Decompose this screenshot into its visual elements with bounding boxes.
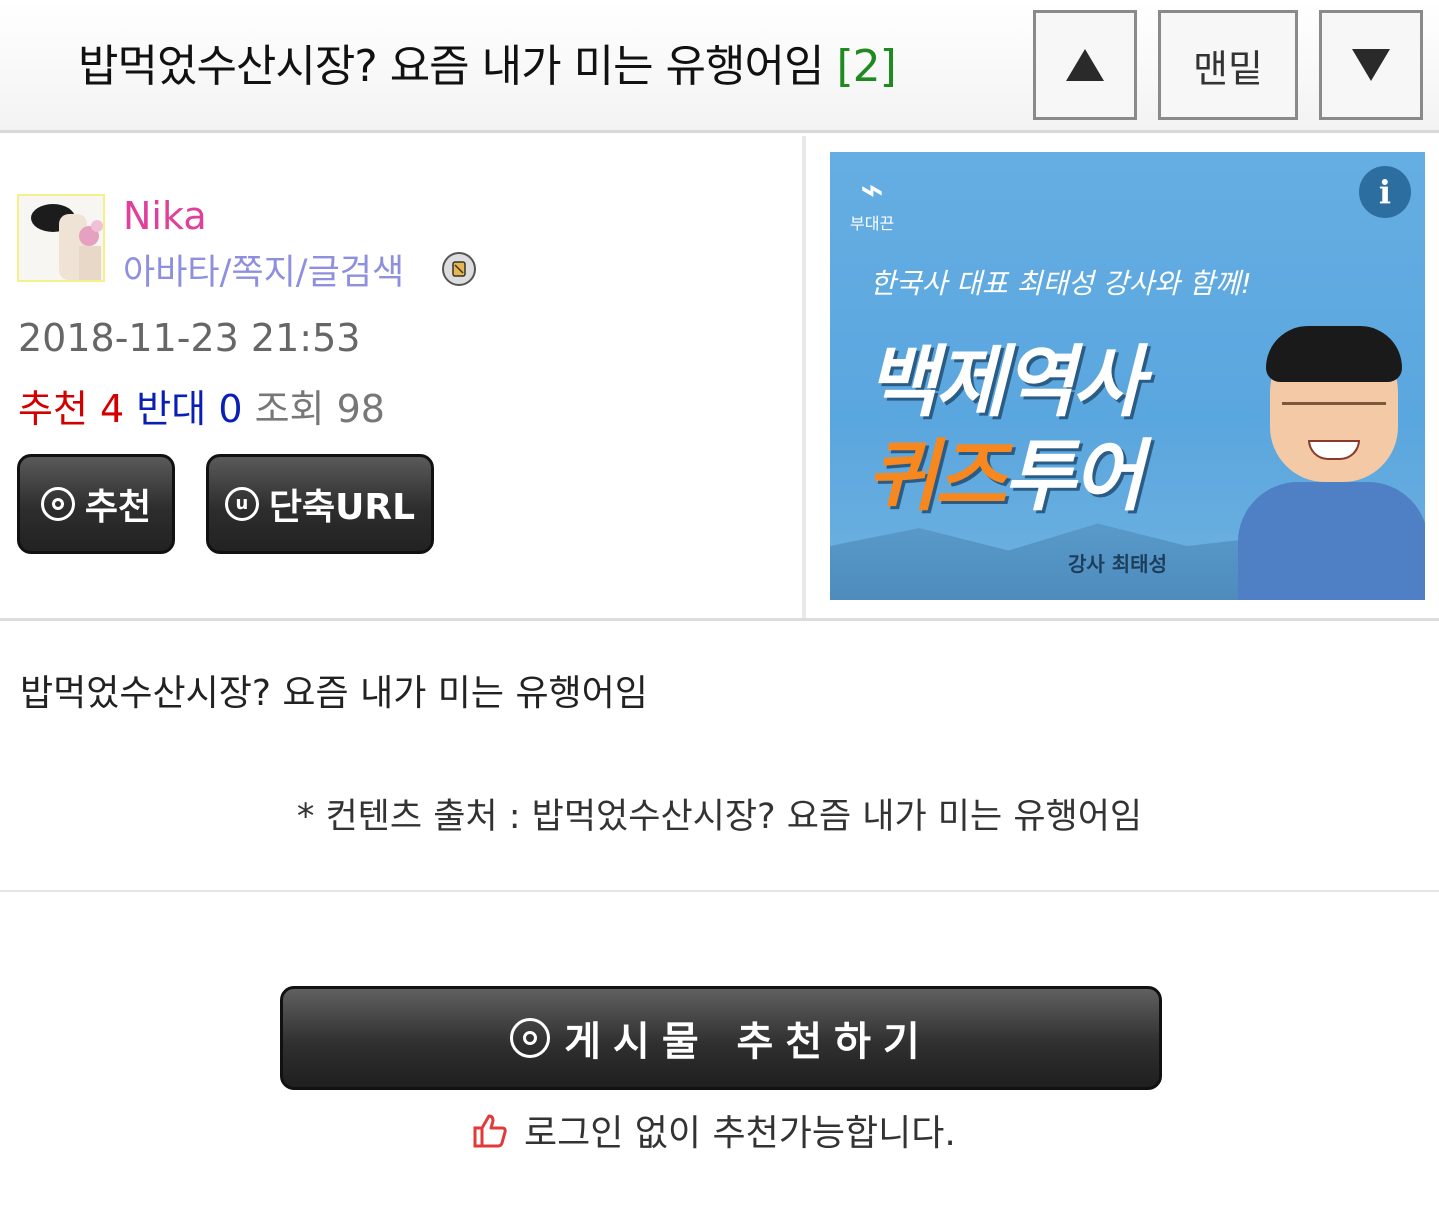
post-title: 밥먹었수산시장? 요즘 내가 미는 유행어임 [2] xyxy=(78,30,897,94)
username[interactable]: Nika xyxy=(123,194,207,238)
user-links[interactable]: 아바타/쪽지/글검색 xyxy=(123,244,404,295)
url-icon: u xyxy=(224,487,259,521)
recommend-label: 추천 xyxy=(18,387,88,431)
ad-subtitle: 한국사 대표 최태성 강사와 함께! xyxy=(870,267,1252,300)
ad-headline-2: 퀴즈투어 xyxy=(866,414,1145,526)
target-icon xyxy=(40,487,75,521)
avatar-image xyxy=(19,196,103,280)
post-header: 밥먹었수산시장? 요즘 내가 미는 유행어임 [2] 맨밑 xyxy=(0,0,1439,133)
login-note-text: 로그인 없이 추천가능합니다. xyxy=(524,1113,956,1154)
login-note: 로그인 없이 추천가능합니다. xyxy=(470,1104,956,1156)
recommend-post-label: 게시물 추천하기 xyxy=(564,1019,932,1065)
arrow-up-icon xyxy=(1066,49,1104,81)
go-bottom-button[interactable]: 맨밑 xyxy=(1158,10,1298,120)
scroll-up-button[interactable] xyxy=(1033,10,1137,120)
ad-teacher-name: 강사 최태성 xyxy=(1068,552,1167,576)
oppose-count: 0 xyxy=(218,387,243,431)
recommend-button-label: 추천 xyxy=(84,487,152,528)
comment-count[interactable]: [2] xyxy=(836,41,896,92)
arrow-down-icon xyxy=(1352,49,1390,81)
ad-headline-tour: 투어 xyxy=(1003,432,1145,522)
ad-brand: 부대끈 xyxy=(850,214,895,233)
post-body: 밥먹었수산시장? 요즘 내가 미는 유행어임 xyxy=(20,673,648,714)
short-url-button[interactable]: u 단축URL xyxy=(206,454,434,554)
content-source: * 컨텐츠 출처 : 밥먹었수산시장? 요즘 내가 미는 유행어임 xyxy=(296,797,1143,837)
recommend-post-button[interactable]: 게시물 추천하기 xyxy=(280,986,1162,1090)
section-divider xyxy=(0,618,1439,621)
vertical-divider xyxy=(802,136,806,620)
info-icon[interactable]: i xyxy=(1359,166,1411,218)
post-stats: 추천 4 반대 0 조회 98 xyxy=(18,378,385,433)
section-divider-2 xyxy=(0,890,1439,892)
medal-icon xyxy=(442,252,476,286)
recommend-count: 4 xyxy=(100,387,125,431)
views-count: 98 xyxy=(336,387,385,431)
ad-headline-quiz: 퀴즈 xyxy=(866,432,1007,522)
recommend-button[interactable]: 추천 xyxy=(17,454,175,554)
ad-person-image xyxy=(1238,326,1425,600)
avatar[interactable] xyxy=(17,194,105,282)
views-label: 조회 xyxy=(254,387,325,431)
ad-banner[interactable]: ⌁ 부대끈 i 한국사 대표 최태성 강사와 함께! 백제역사 퀴즈투어 강사 … xyxy=(830,152,1425,600)
scroll-down-button[interactable] xyxy=(1319,10,1423,120)
thumbs-up-icon xyxy=(473,1114,507,1148)
post-title-text: 밥먹었수산시장? 요즘 내가 미는 유행어임 xyxy=(78,41,824,92)
ad-logo: ⌁ 부대끈 xyxy=(850,167,895,233)
short-url-button-label: 단축URL xyxy=(268,487,416,528)
post-date: 2018-11-23 21:53 xyxy=(18,316,361,360)
oppose-label: 반대 xyxy=(136,387,207,431)
target-icon xyxy=(510,1018,551,1058)
